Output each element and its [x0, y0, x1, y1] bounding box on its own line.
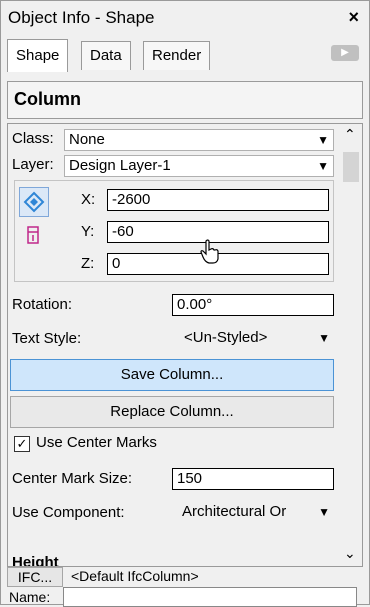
ifc-button[interactable]: IFC... — [7, 567, 63, 587]
vertical-scrollbar[interactable]: ⌃ ⌄ — [340, 124, 362, 566]
rotation-input[interactable]: 0.00° — [172, 294, 334, 316]
center-mark-size-label: Center Mark Size: — [12, 470, 133, 487]
use-component-label: Use Component: — [12, 504, 125, 521]
rotation-label: Rotation: — [12, 296, 73, 313]
layer-dropdown[interactable]: Design Layer-1 ▼ — [64, 155, 334, 177]
hand-cursor-icon — [200, 239, 219, 264]
replace-column-button[interactable]: Replace Column... — [10, 396, 334, 428]
save-column-button[interactable]: Save Column... — [10, 359, 334, 391]
z-label: Z: — [81, 255, 95, 272]
y-label: Y: — [81, 223, 95, 240]
layer-label: Layer: — [12, 156, 54, 173]
use-center-marks-label: Use Center Marks — [36, 434, 157, 451]
dropdown-arrow-icon: ▼ — [318, 505, 330, 519]
ifc-section: IFC... <Default IfcColumn> Name: — [7, 567, 361, 607]
tab-shape-label: Shape — [16, 47, 60, 64]
close-icon[interactable]: × — [348, 7, 359, 28]
dropdown-arrow-icon: ▼ — [317, 133, 329, 147]
window-title: Object Info - Shape — [8, 8, 155, 27]
center-mark-size-input[interactable]: 150 — [172, 468, 334, 490]
class-value: None — [69, 131, 105, 148]
use-component-value: Architectural Or — [182, 503, 287, 520]
text-style-dropdown[interactable]: <Un-Styled> ▼ — [172, 328, 334, 350]
name-input[interactable] — [63, 587, 357, 607]
3d-position-icon[interactable] — [19, 221, 49, 251]
use-component-dropdown[interactable]: Architectural Or ▼ — [172, 502, 334, 524]
scroll-down-icon[interactable]: ⌄ — [344, 545, 356, 562]
tab-render[interactable]: Render — [143, 41, 211, 70]
layer-value: Design Layer-1 — [69, 157, 171, 174]
dropdown-arrow-icon: ▼ — [317, 159, 329, 173]
tab-render-label: Render — [152, 47, 202, 64]
tab-scroll-icon[interactable]: ▶ — [331, 45, 359, 61]
object-type-title: Column — [14, 89, 81, 109]
scroll-thumb[interactable] — [343, 152, 359, 182]
ifc-entity-label: <Default IfcColumn> — [71, 568, 199, 584]
tab-data[interactable]: Data — [81, 41, 131, 70]
x-label: X: — [81, 191, 96, 208]
properties-pane: Class: None ▼ Layer: Design Layer-1 ▼ X:… — [7, 123, 363, 567]
title-bar[interactable]: Object Info - Shape × — [1, 1, 369, 35]
class-dropdown[interactable]: None ▼ — [64, 129, 334, 151]
x-input[interactable]: -2600 — [107, 189, 329, 211]
text-style-value: <Un-Styled> — [184, 329, 268, 346]
name-label: Name: — [9, 589, 51, 605]
object-header: Column — [7, 81, 363, 119]
object-info-palette: Object Info - Shape × Shape Data Render … — [0, 0, 370, 607]
height-label: Height — [12, 554, 59, 567]
checkmark-icon: ✓ — [16, 436, 28, 451]
class-label: Class: — [12, 130, 54, 147]
plan-position-icon[interactable] — [19, 187, 49, 217]
tab-data-label: Data — [90, 47, 122, 64]
text-style-label: Text Style: — [12, 330, 82, 347]
tab-shape[interactable]: Shape — [7, 39, 69, 72]
scroll-up-icon[interactable]: ⌃ — [344, 126, 356, 143]
dropdown-arrow-icon: ▼ — [318, 331, 330, 345]
position-group: X: -2600 Y: -60 Z: 0 — [14, 180, 334, 282]
use-center-marks-checkbox[interactable]: ✓ — [14, 436, 30, 452]
